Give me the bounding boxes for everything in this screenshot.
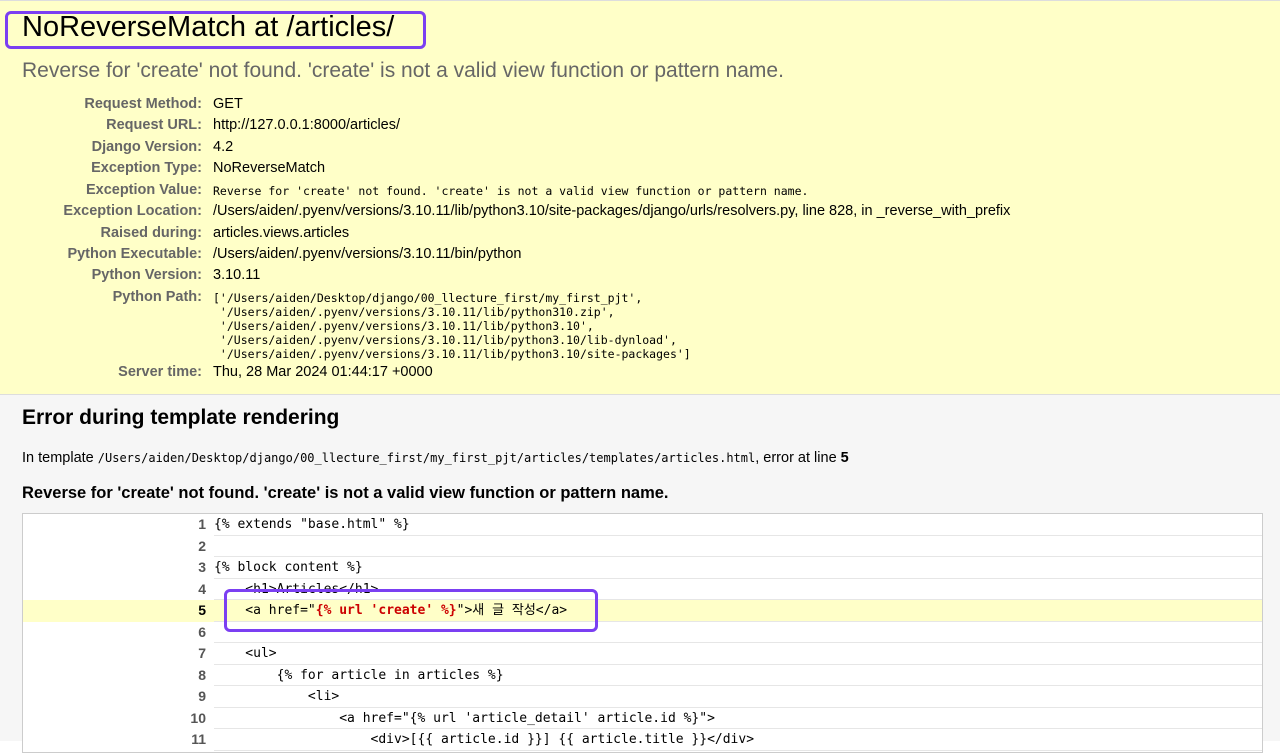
- source-line: 7 <ul>: [23, 643, 1262, 665]
- meta-value: articles.views.articles: [213, 224, 350, 241]
- line-number: 10: [190, 709, 206, 726]
- meta-label: Exception Type:: [91, 160, 202, 176]
- meta-value: NoReverseMatch: [213, 160, 326, 176]
- meta-row-python-version: Python Version: 3.10.11: [0, 267, 1280, 287]
- meta-label: Django Version:: [91, 138, 202, 155]
- template-path: /Users/aiden/Desktop/django/00_llecture_…: [97, 451, 756, 465]
- meta-row-python-executable: Python Executable: /Users/aiden/.pyenv/v…: [0, 246, 1280, 266]
- meta-value: Thu, 28 Mar 2024 01:44:17 +0000: [213, 364, 433, 380]
- template-error-location: In template /Users/aiden/Desktop/django/…: [22, 450, 849, 466]
- meta-value: /Users/aiden/.pyenv/versions/3.10.11/lib…: [213, 203, 1011, 219]
- line-number: 7: [198, 645, 206, 661]
- line-code: <li>: [214, 686, 1262, 708]
- meta-row-exception-value: Exception Value: Reverse for 'create' no…: [0, 182, 1280, 202]
- source-line: 6: [23, 622, 1262, 643]
- line-number: 4: [198, 580, 206, 597]
- line-number: 5: [198, 602, 206, 618]
- meta-value: /Users/aiden/.pyenv/versions/3.10.11/bin…: [213, 246, 522, 262]
- meta-row-django-version: Django Version: 4.2: [0, 139, 1280, 159]
- line-number: 8: [198, 666, 206, 683]
- meta-row-exception-location: Exception Location: /Users/aiden/.pyenv/…: [0, 203, 1280, 223]
- meta-label: Python Version:: [91, 267, 202, 283]
- line-code: {% for article in articles %}: [214, 665, 1262, 686]
- line-code: <div>[{{ article.id }}] {{ article.title…: [214, 729, 1262, 751]
- line-number: 2: [198, 537, 206, 554]
- meta-label: Raised during:: [100, 224, 202, 241]
- template-error-message: Reverse for 'create' not found. 'create'…: [22, 484, 669, 502]
- python-path-entry: '/Users/aiden/.pyenv/versions/3.10.11/li…: [213, 346, 691, 361]
- python-path-list: ['/Users/aiden/Desktop/django/00_llectur…: [213, 291, 691, 361]
- source-line: 2: [23, 536, 1262, 557]
- meta-row-raised-during: Raised during: articles.views.articles: [0, 225, 1280, 245]
- exception-subtitle: Reverse for 'create' not found. 'create'…: [22, 59, 784, 82]
- meta-label: Python Path:: [112, 288, 202, 305]
- meta-value: 3.10.11: [213, 267, 261, 283]
- meta-value: GET: [213, 96, 243, 112]
- source-line: 9 <li>: [23, 686, 1262, 708]
- line-number: 3: [198, 559, 206, 575]
- meta-value: Reverse for 'create' not found. 'create'…: [213, 183, 809, 198]
- meta-row-python-path: Python Path: ['/Users/aiden/Desktop/djan…: [0, 289, 1280, 361]
- python-path-entry: '/Users/aiden/.pyenv/versions/3.10.11/li…: [213, 332, 677, 347]
- template-error-section: Error during template rendering In templ…: [0, 395, 1280, 753]
- source-line: 1 {% extends "base.html" %}: [23, 514, 1262, 536]
- line-number: 1: [198, 516, 206, 532]
- meta-row-request-url: Request URL: http://127.0.0.1:8000/artic…: [0, 117, 1280, 137]
- meta-label: Server time:: [118, 364, 202, 380]
- page-title: NoReverseMatch at /articles/: [22, 11, 395, 43]
- line-number: 9: [198, 688, 206, 704]
- meta-label: Request URL:: [106, 117, 202, 133]
- line-code: [214, 622, 1262, 643]
- source-line: 4 <h1>Articles</h1>: [23, 579, 1262, 600]
- template-source-listing: 1 {% extends "base.html" %} 2 3 {% block…: [22, 513, 1263, 753]
- error-line-number: 5: [840, 450, 849, 466]
- meta-label: Exception Location:: [63, 203, 202, 219]
- line-code: <ul>: [214, 643, 1262, 665]
- line-code: {% extends "base.html" %}: [214, 514, 1262, 536]
- line-code: <a href="{% url 'create' %}">새 글 작성</a>: [214, 600, 1262, 622]
- line-code: <a href="{% url 'article_detail' article…: [214, 708, 1262, 729]
- template-info-prefix: In template: [22, 450, 94, 466]
- source-line: 10 <a href="{% url 'article_detail' arti…: [23, 708, 1262, 729]
- template-info-middle: , error at line: [755, 450, 837, 466]
- source-line: 11 <div>[{{ article.id }}] {{ article.ti…: [23, 729, 1262, 751]
- source-line: 3 {% block content %}: [23, 557, 1262, 579]
- code-before-error: <a href=": [214, 603, 316, 618]
- python-path-entry: '/Users/aiden/.pyenv/versions/3.10.11/li…: [213, 318, 594, 333]
- exception-summary: NoReverseMatch at /articles/ Reverse for…: [0, 0, 1280, 395]
- meta-row-server-time: Server time: Thu, 28 Mar 2024 01:44:17 +…: [0, 364, 1280, 384]
- meta-value: http://127.0.0.1:8000/articles/: [213, 117, 401, 133]
- source-line: 8 {% for article in articles %}: [23, 665, 1262, 686]
- line-code: [214, 536, 1262, 557]
- line-number: 6: [198, 623, 206, 640]
- meta-label: Request Method:: [84, 96, 202, 112]
- error-token: {% url 'create' %}: [315, 603, 457, 618]
- template-error-heading: Error during template rendering: [22, 406, 340, 429]
- meta-row-exception-type: Exception Type: NoReverseMatch: [0, 160, 1280, 180]
- line-code: <h1>Articles</h1>: [214, 579, 1262, 600]
- python-path-entry: '/Users/aiden/.pyenv/versions/3.10.11/li…: [213, 304, 615, 319]
- line-code: {% block content %}: [214, 557, 1262, 579]
- code-after-error: ">새 글 작성</a>: [456, 603, 568, 618]
- source-line-error: 5 <a href="{% url 'create' %}">새 글 작성</a…: [23, 600, 1262, 622]
- meta-label: Python Executable:: [67, 246, 202, 262]
- meta-label: Exception Value:: [85, 181, 202, 198]
- python-path-entry: ['/Users/aiden/Desktop/django/00_llectur…: [213, 290, 643, 305]
- meta-row-request-method: Request Method: GET: [0, 96, 1280, 116]
- meta-value: 4.2: [213, 138, 234, 155]
- line-number: 11: [191, 731, 206, 747]
